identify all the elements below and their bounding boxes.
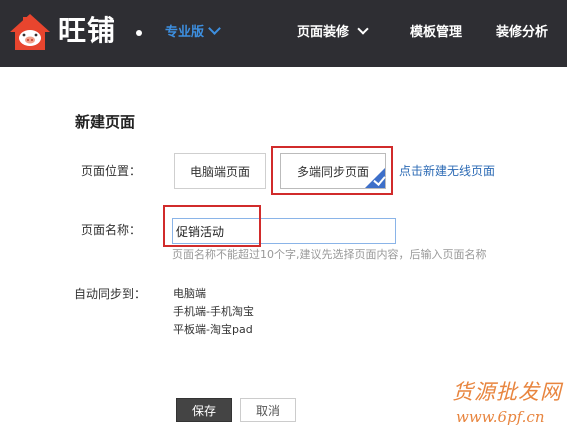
multi-sync-page-option[interactable]: 多端同步页面 <box>280 153 386 189</box>
brand-name: 旺铺 <box>58 14 117 47</box>
nav-page-decoration[interactable]: 页面装修 <box>297 23 369 42</box>
chevron-down-icon <box>208 22 221 35</box>
page-name-input[interactable] <box>172 218 396 244</box>
chevron-down-icon <box>357 23 369 35</box>
brand-dot <box>136 30 142 36</box>
sync-target-desktop: 电脑端 <box>173 287 206 300</box>
nav-label: 模板管理 <box>410 25 463 40</box>
new-wireless-page-link[interactable]: 点击新建无线页面 <box>399 163 495 179</box>
edition-label: 专业版 <box>165 25 205 40</box>
save-button[interactable]: 保存 <box>176 398 232 422</box>
sync-target-mobile: 手机端-手机淘宝 <box>173 305 254 318</box>
nav-decoration-analysis[interactable]: 装修分析 <box>496 24 548 42</box>
page-location-label: 页面位置： <box>81 164 142 178</box>
wangpu-logo-icon[interactable] <box>8 12 52 52</box>
nav-label: 页面装修 <box>297 25 350 40</box>
auto-sync-label: 自动同步到： <box>74 287 147 301</box>
desktop-page-option[interactable]: 电脑端页面 <box>174 153 266 189</box>
edition-dropdown[interactable]: 专业版 <box>165 22 221 42</box>
page-name-hint: 页面名称不能超过10个字,建议先选择页面内容，后输入页面名称 <box>172 248 487 261</box>
watermark-site-name: 货源批发网 <box>452 380 562 404</box>
sync-target-tablet: 平板端-淘宝pad <box>173 323 253 336</box>
top-navigation-bar: 旺铺 专业版 页面装修 模板管理 装修分析 <box>0 0 567 67</box>
nav-label: 装修分析 <box>496 25 549 40</box>
cancel-button[interactable]: 取消 <box>240 398 296 422</box>
page-name-label: 页面名称： <box>81 223 142 237</box>
watermark-url: www.6pf.cn <box>456 408 545 426</box>
page-title: 新建页面 <box>75 113 136 131</box>
nav-template-management[interactable]: 模板管理 <box>410 24 462 42</box>
multi-sync-page-label: 多端同步页面 <box>296 165 369 179</box>
